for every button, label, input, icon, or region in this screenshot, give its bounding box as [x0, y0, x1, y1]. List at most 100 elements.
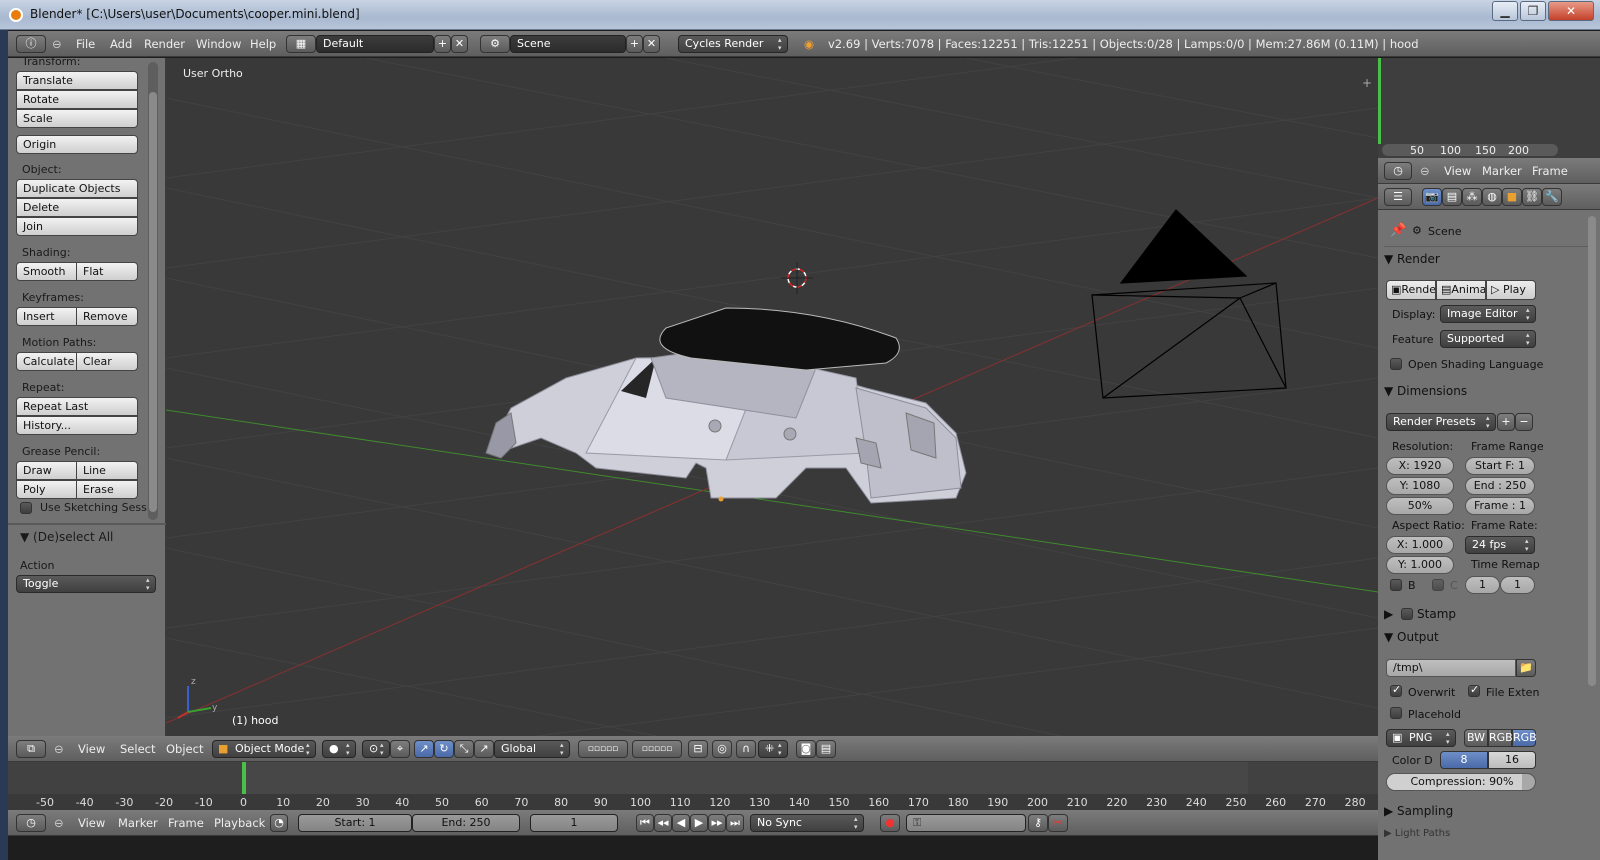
- layers-tab-icon[interactable]: ▤: [1442, 188, 1462, 206]
- browse-folder-icon[interactable]: 📁: [1516, 659, 1536, 677]
- 3d-cursor-icon[interactable]: [781, 262, 813, 294]
- action-select[interactable]: Toggle: [16, 575, 156, 593]
- menu-add[interactable]: Add: [110, 37, 132, 51]
- current-frame-field[interactable]: 1: [530, 814, 618, 832]
- close-button[interactable]: ✕: [1548, 1, 1594, 21]
- dimensions-panel-header[interactable]: ▼ Dimensions: [1384, 384, 1594, 398]
- output-path-field[interactable]: /tmp\: [1386, 659, 1516, 677]
- editor-type-timeline-icon[interactable]: ◷: [16, 814, 46, 832]
- jump-start-icon[interactable]: ⏮: [636, 814, 654, 832]
- rgba-button[interactable]: RGB: [1512, 729, 1537, 747]
- remap-old-field[interactable]: 1: [1465, 576, 1500, 594]
- modifiers-tab-icon[interactable]: 🔧: [1542, 188, 1562, 206]
- scene-field[interactable]: Scene: [510, 35, 626, 53]
- operator-panel-title[interactable]: ▼ (De)select All: [20, 530, 113, 544]
- layout-field[interactable]: Default: [316, 35, 434, 53]
- rotate-manipulator-icon[interactable]: ↻: [434, 740, 454, 758]
- toolshelf-scrollbar[interactable]: [148, 62, 158, 520]
- add-preset-icon[interactable]: +: [1497, 413, 1515, 431]
- remove-preset-icon[interactable]: −: [1515, 413, 1533, 431]
- timeline-menu-playback[interactable]: Playback: [214, 816, 265, 830]
- frame-step-field[interactable]: Frame : 1: [1465, 497, 1535, 515]
- remove-layout-icon[interactable]: ✕: [451, 35, 468, 53]
- mini-editor-type-icon[interactable]: ◷: [1384, 162, 1412, 180]
- scale-button[interactable]: Scale: [16, 109, 138, 128]
- properties-editor-type-icon[interactable]: ☰: [1384, 188, 1412, 206]
- timeline-menu-marker[interactable]: Marker: [118, 816, 158, 830]
- jump-keyframe-back-icon[interactable]: ◂◂: [654, 814, 672, 832]
- origin-button[interactable]: Origin: [16, 135, 138, 154]
- aspect-y-field[interactable]: Y: 1.000: [1386, 556, 1454, 574]
- snap-element-select[interactable]: ⁜: [758, 740, 788, 758]
- join-button[interactable]: Join: [16, 217, 138, 236]
- calculate-button[interactable]: Calculate: [16, 352, 77, 371]
- resolution-y-field[interactable]: Y: 1080: [1386, 477, 1454, 495]
- menu-window[interactable]: Window: [196, 37, 241, 51]
- manipulator-toggle-icon[interactable]: ⌖: [390, 740, 410, 758]
- scene-tab-icon[interactable]: ⁂: [1462, 188, 1482, 206]
- lock-layers-icon[interactable]: ⊟: [688, 740, 708, 758]
- menu-select[interactable]: Select: [120, 742, 155, 756]
- display-select[interactable]: Image Editor: [1440, 305, 1536, 323]
- mini-menu-frame[interactable]: Frame: [1532, 164, 1568, 178]
- menu-view[interactable]: View: [78, 742, 105, 756]
- editor-type-info-icon[interactable]: ⓘ: [16, 35, 46, 53]
- smooth-button[interactable]: Smooth: [16, 262, 77, 281]
- record-icon[interactable]: ●: [880, 814, 900, 832]
- erase-button[interactable]: Erase: [76, 480, 138, 499]
- remove-keyframe-button[interactable]: Remove: [76, 307, 138, 326]
- play-reverse-icon[interactable]: ◀: [672, 814, 690, 832]
- stamp-checkbox[interactable]: [1401, 608, 1414, 620]
- file-format-select[interactable]: ▣ PNG: [1386, 729, 1456, 747]
- editor-type-3d-icon[interactable]: ⧉: [16, 740, 46, 758]
- flat-button[interactable]: Flat: [76, 262, 138, 281]
- timeline-editor[interactable]: -50 -40 -30 -20 -10 0 10 20 30 40 50 60 70 80 90 100 110…: [8, 762, 1378, 810]
- viewport-shading-select[interactable]: ●: [322, 740, 356, 758]
- jump-end-icon[interactable]: ⏭: [726, 814, 744, 832]
- maximize-button[interactable]: ❐: [1520, 1, 1546, 21]
- render-button[interactable]: ▣Render: [1386, 280, 1436, 300]
- properties-scrollbar[interactable]: [1588, 216, 1596, 686]
- 3d-viewport[interactable]: z y User Ortho (1) hood +: [166, 58, 1378, 736]
- constraints-tab-icon[interactable]: ⛓: [1522, 188, 1542, 206]
- rotate-button[interactable]: Rotate: [16, 90, 138, 109]
- line-button[interactable]: Line: [76, 461, 138, 480]
- collapse-timeline-menu-icon[interactable]: ⊖: [54, 816, 64, 830]
- history-button[interactable]: History...: [16, 416, 138, 435]
- mini-menu-view[interactable]: View: [1444, 164, 1471, 178]
- add-layout-icon[interactable]: +: [434, 35, 451, 53]
- placeholders-checkbox[interactable]: [1390, 707, 1402, 719]
- jump-keyframe-forward-icon[interactable]: ▸▸: [708, 814, 726, 832]
- overwrite-checkbox[interactable]: [1390, 683, 1402, 697]
- resolution-x-field[interactable]: X: 1920: [1386, 457, 1454, 475]
- layers-group-2[interactable]: ▫▫▫▫▫: [632, 740, 682, 758]
- play-animation-button[interactable]: ▷ Play: [1486, 280, 1536, 300]
- orientation-select[interactable]: Global: [494, 740, 570, 758]
- keying-set-field[interactable]: ⚿: [906, 814, 1026, 832]
- mini-collapse-icon[interactable]: ⊖: [1420, 164, 1430, 178]
- aspect-x-field[interactable]: X: 1.000: [1386, 536, 1454, 554]
- pivot-point-select[interactable]: ⊙: [362, 740, 390, 758]
- sync-mode-select[interactable]: No Sync: [750, 814, 864, 832]
- osl-checkbox[interactable]: [1390, 358, 1402, 370]
- translate-manipulator-icon[interactable]: ↗: [414, 740, 434, 758]
- timeline-menu-frame[interactable]: Frame: [168, 816, 204, 830]
- stamp-panel-header[interactable]: ▶ Stamp: [1384, 606, 1594, 621]
- depth-8-button[interactable]: 8: [1440, 751, 1488, 769]
- scene-icon[interactable]: ⚙: [480, 35, 510, 53]
- collapse-3d-menu-icon[interactable]: ⊖: [54, 742, 64, 756]
- translate-button[interactable]: Translate: [16, 71, 138, 90]
- opengl-anim-icon[interactable]: ▤: [816, 740, 836, 758]
- menu-help[interactable]: Help: [250, 37, 276, 51]
- render-presets-select[interactable]: Render Presets: [1386, 413, 1496, 431]
- remove-scene-icon[interactable]: ✕: [643, 35, 660, 53]
- depth-16-button[interactable]: 16: [1488, 751, 1536, 769]
- frame-rate-select[interactable]: 24 fps: [1465, 536, 1535, 554]
- car-body-mesh[interactable]: [485, 307, 967, 504]
- mini-menu-marker[interactable]: Marker: [1482, 164, 1522, 178]
- start-frame-field[interactable]: Start: 1: [298, 814, 412, 832]
- crop-checkbox[interactable]: [1432, 579, 1444, 591]
- poly-button[interactable]: Poly: [16, 480, 77, 499]
- layers-group-1[interactable]: ▫▫▫▫▫: [578, 740, 628, 758]
- light-paths-panel-header[interactable]: ▶ Light Paths: [1384, 828, 1594, 838]
